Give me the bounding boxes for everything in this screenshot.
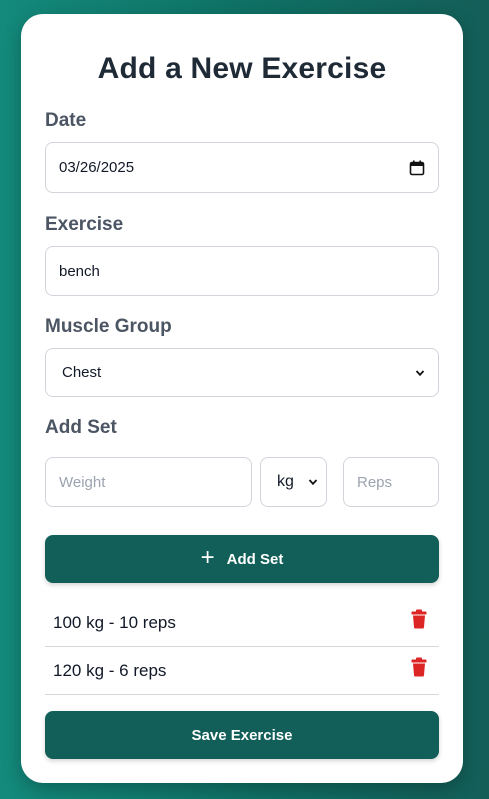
- add-set-label: Add Set: [45, 417, 117, 438]
- unit-select[interactable]: kg: [260, 457, 327, 507]
- muscle-group-label: Muscle Group: [45, 316, 172, 337]
- unit-value: kg: [277, 473, 294, 490]
- chevron-down-icon: [415, 368, 425, 378]
- reps-placeholder: Reps: [357, 473, 393, 491]
- date-value: 03/26/2025: [59, 159, 135, 176]
- save-exercise-button[interactable]: Save Exercise: [45, 711, 439, 759]
- weight-placeholder: Weight: [59, 473, 106, 491]
- date-label: Date: [45, 110, 87, 131]
- set-list-item: 100 kg - 10 reps: [45, 599, 439, 647]
- exercise-label: Exercise: [45, 214, 124, 235]
- add-set-button[interactable]: + Add Set: [45, 535, 439, 583]
- muscle-group-value: Chest: [62, 364, 102, 381]
- exercise-value: bench: [59, 262, 100, 280]
- weight-input[interactable]: Weight: [45, 457, 252, 507]
- reps-input[interactable]: Reps: [343, 457, 439, 507]
- set-text: 120 kg - 6 reps: [53, 660, 167, 680]
- muscle-group-select[interactable]: Chest: [45, 348, 439, 397]
- page-title: Add a New Exercise: [97, 52, 387, 85]
- trash-icon[interactable]: [411, 657, 427, 677]
- save-exercise-button-label: Save Exercise: [191, 726, 293, 744]
- set-list-item: 120 kg - 6 reps: [45, 647, 439, 695]
- add-set-button-label: Add Set: [226, 550, 284, 568]
- date-input[interactable]: 03/26/2025: [45, 142, 439, 193]
- unit-chevron-down-icon: [308, 477, 318, 487]
- plus-icon: +: [200, 544, 215, 571]
- trash-icon[interactable]: [411, 609, 427, 629]
- set-text: 100 kg - 10 reps: [53, 612, 176, 632]
- exercise-form-card: Add a New Exercise Date 03/26/2025 Exerc…: [21, 14, 463, 783]
- calendar-icon[interactable]: [409, 160, 425, 176]
- exercise-input[interactable]: bench: [45, 246, 439, 296]
